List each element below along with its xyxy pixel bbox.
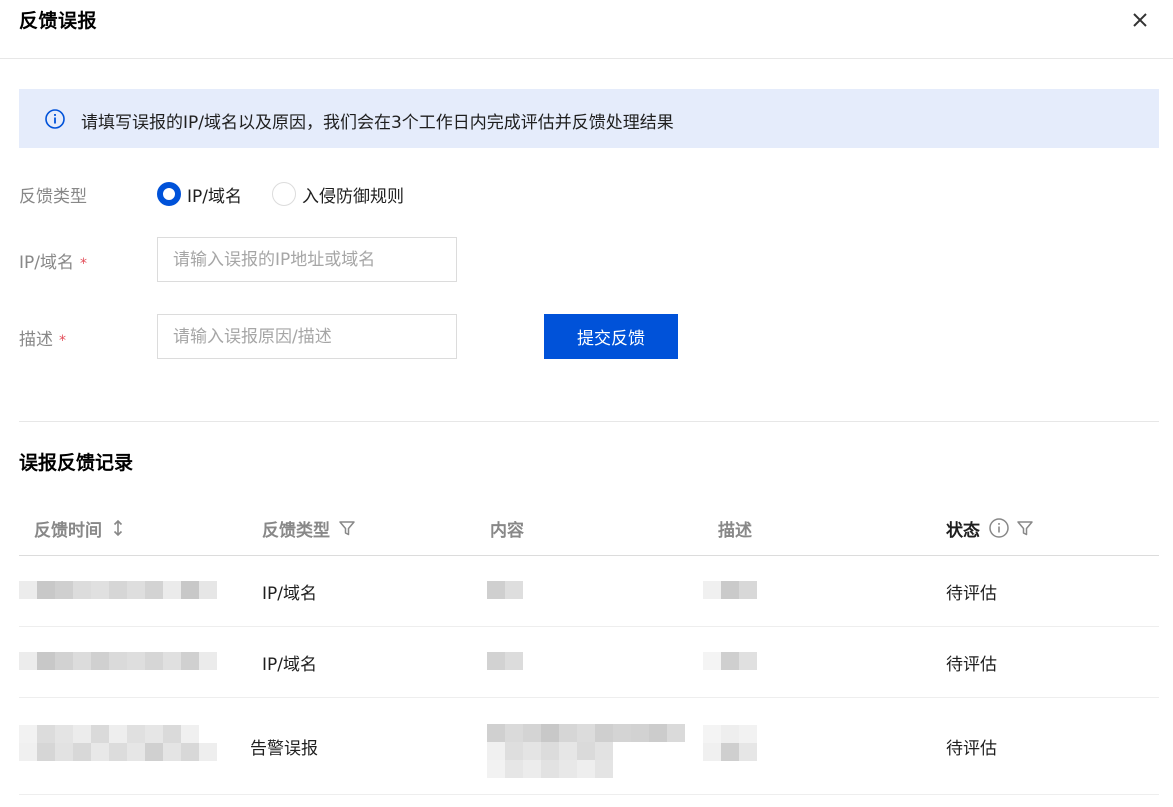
close-button[interactable] [1126, 6, 1154, 34]
column-header-status: 状态 [946, 515, 1034, 541]
row-status: 待评估 [946, 739, 997, 759]
submit-feedback-button[interactable]: 提交反馈 [544, 314, 678, 359]
description-label: 描述 * [19, 325, 66, 350]
row-divider [19, 794, 1159, 795]
column-header-time[interactable]: 反馈时间 [34, 515, 126, 541]
redacted-time [19, 725, 217, 761]
required-mark: * [80, 256, 87, 272]
redacted-description [703, 725, 757, 761]
redacted-description [703, 581, 757, 599]
ip-domain-label-text: IP/域名 [19, 253, 74, 273]
redacted-description [703, 652, 757, 670]
dialog-title: 反馈误报 [19, 10, 98, 32]
records-title: 误报反馈记录 [19, 452, 134, 474]
feedback-type-label: 反馈类型 [19, 187, 87, 207]
row-status: 待评估 [946, 584, 997, 604]
info-circle-icon[interactable] [988, 517, 1010, 539]
redacted-time [19, 581, 217, 599]
row-status: 待评估 [946, 655, 997, 675]
table-header-divider [19, 555, 1159, 556]
radio-unchecked-icon [272, 182, 296, 206]
sort-icon[interactable] [110, 519, 126, 537]
info-circle-icon [45, 109, 65, 129]
column-header-label: 描述 [718, 520, 752, 541]
column-header-label: 状态 [946, 520, 980, 541]
row-type: IP/域名 [262, 584, 317, 604]
row-divider [19, 697, 1159, 698]
column-header-description: 描述 [718, 515, 752, 541]
radio-label: IP/域名 [187, 186, 242, 207]
alert-text: 请填写误报的IP/域名以及原因，我们会在3个工作日内完成评估并反馈处理结果 [81, 113, 674, 133]
redacted-content [487, 581, 523, 599]
ip-domain-label: IP/域名 * [19, 248, 87, 273]
redacted-content [487, 724, 685, 778]
filter-icon[interactable] [338, 519, 356, 537]
description-input[interactable] [157, 314, 457, 359]
radio-ip-domain[interactable]: IP/域名 [157, 181, 242, 207]
column-header-type: 反馈类型 [262, 515, 356, 541]
row-type: IP/域名 [262, 655, 317, 675]
info-alert: 请填写误报的IP/域名以及原因，我们会在3个工作日内完成评估并反馈处理结果 [19, 89, 1159, 148]
dialog-header: 反馈误报 [0, 0, 1173, 59]
column-header-label: 反馈类型 [262, 520, 330, 541]
filter-icon[interactable] [1016, 519, 1034, 537]
required-mark: * [59, 333, 66, 349]
row-type: 告警误报 [250, 739, 318, 759]
row-divider [19, 626, 1159, 627]
redacted-time [19, 652, 217, 670]
radio-checked-icon [157, 182, 181, 206]
close-icon [1133, 13, 1147, 27]
column-header-label: 内容 [490, 520, 524, 541]
radio-label: 入侵防御规则 [302, 186, 404, 207]
section-divider [19, 421, 1159, 422]
redacted-content [487, 652, 523, 670]
radio-intrusion-rule[interactable]: 入侵防御规则 [272, 181, 404, 207]
description-label-text: 描述 [19, 330, 53, 350]
column-header-content: 内容 [490, 515, 524, 541]
ip-domain-input[interactable] [157, 237, 457, 282]
column-header-label: 反馈时间 [34, 520, 102, 541]
